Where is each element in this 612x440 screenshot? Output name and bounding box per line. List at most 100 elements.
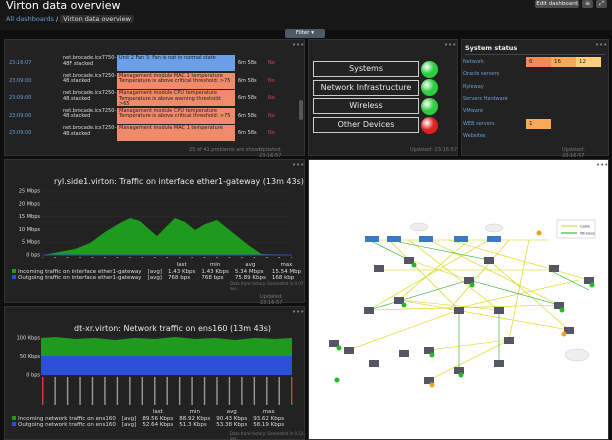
series-swatch bbox=[12, 268, 16, 273]
x-tick-label bbox=[141, 377, 143, 405]
host-group-name[interactable]: Oracle servers bbox=[463, 71, 499, 77]
host-group-name[interactable]: WEB servers bbox=[463, 121, 495, 127]
problem-row[interactable]: 23:09:00 net.brocade.icx7250-48.stacked Ma… bbox=[5, 107, 305, 125]
x-tick-label bbox=[154, 257, 156, 258]
map-button[interactable]: Network Infrastructure bbox=[313, 79, 419, 96]
problem-host[interactable]: net.brocade.icx7250-48.stacked bbox=[63, 108, 116, 120]
problem-time[interactable]: 23:09:00 bbox=[9, 78, 31, 84]
problem-host[interactable]: net.brocade.icx7750-48F stacked bbox=[63, 55, 116, 67]
widget-menu-icon[interactable]: ••• bbox=[292, 309, 304, 316]
x-tick-label bbox=[278, 377, 280, 405]
system-status-row[interactable]: Ryleway bbox=[463, 81, 605, 93]
fullscreen-icon[interactable]: ⤢ bbox=[596, 0, 607, 8]
system-status-row[interactable]: VMware bbox=[463, 105, 605, 117]
system-status-row[interactable]: Websites bbox=[463, 130, 605, 142]
problem-ack[interactable]: No bbox=[268, 113, 275, 119]
host-group-name[interactable]: VMware bbox=[463, 108, 483, 114]
widget-menu-icon[interactable]: ••• bbox=[292, 162, 304, 169]
problem-ack[interactable]: No bbox=[268, 95, 275, 101]
severity-count[interactable]: 6 bbox=[526, 57, 551, 67]
problem-time[interactable]: 23:09:00 bbox=[9, 113, 31, 119]
x-tick-label bbox=[54, 377, 56, 405]
filter-button[interactable]: Filter ▾ bbox=[285, 29, 325, 38]
problem-row[interactable]: 23:09:00 net.brocade.icx7250-48.stacked Ma… bbox=[5, 125, 305, 142]
problem-host[interactable]: net.brocade.icx7250-48.stacked bbox=[63, 125, 116, 137]
x-tick-label bbox=[116, 377, 119, 405]
x-tick-label bbox=[178, 377, 181, 405]
widget-menu-icon[interactable]: ••• bbox=[595, 42, 607, 49]
x-tick-label bbox=[178, 257, 181, 258]
legend-last: 52.64 Kbps bbox=[142, 422, 174, 428]
x-tick-label bbox=[266, 377, 268, 405]
map-button[interactable]: Systems bbox=[313, 61, 419, 77]
breadcrumb-all-dashboards[interactable]: All dashboards bbox=[6, 15, 54, 23]
problem-ack[interactable]: No bbox=[268, 60, 275, 66]
problem-description[interactable]: Management module CPU temperature Temper… bbox=[117, 107, 235, 124]
x-tick-label bbox=[291, 257, 293, 258]
widget-menu-icon[interactable]: ••• bbox=[292, 42, 304, 49]
menu-icon[interactable]: ≡ bbox=[582, 0, 593, 8]
system-status-row[interactable]: Servers Hardware bbox=[463, 93, 605, 105]
severity-count[interactable]: 12 bbox=[576, 57, 601, 67]
traffic-chart[interactable]: 25 Mbps 20 Mbps 15 Mbps 10 Mbps 5 Mbps 0 bps bbox=[5, 188, 305, 258]
y-tick-label: 0 bps bbox=[26, 253, 40, 259]
severity-count[interactable]: 16 bbox=[551, 57, 576, 67]
cable-legend-label: Cable bbox=[580, 225, 590, 229]
y-tick-label: 20 Mbps bbox=[19, 201, 41, 207]
problem-row[interactable]: 23:09:00 net.brocade.icx7250-48.stacked Ma… bbox=[5, 90, 305, 107]
problem-time[interactable]: 23:16:07 bbox=[9, 60, 31, 66]
x-tick-label bbox=[241, 377, 243, 405]
legend-last: 768 bps bbox=[167, 275, 191, 281]
breadcrumb-separator: / bbox=[55, 15, 59, 23]
host-group-name[interactable]: Websites bbox=[463, 133, 486, 139]
system-status-row[interactable]: WEB servers 1 bbox=[463, 118, 605, 130]
graph-source: Data from history. Generated in 0.07 sec… bbox=[230, 281, 304, 291]
edit-dashboard-button[interactable]: Edit dashboard bbox=[535, 0, 579, 8]
series-name: Outgoing network traffic on ens160 bbox=[18, 422, 116, 428]
status-light-icon bbox=[421, 97, 438, 115]
network-map-widget: ••• Cable Wireless bbox=[308, 159, 609, 440]
problem-row[interactable]: 23:09:00 net.brocade.icx7250-48.stacked Ma… bbox=[5, 72, 305, 90]
series-swatch bbox=[12, 422, 16, 426]
legend-agg: [avg] bbox=[147, 275, 162, 281]
problem-host[interactable]: net.brocade.icx7250-48.stacked bbox=[63, 90, 116, 102]
problem-ack[interactable]: No bbox=[268, 130, 275, 136]
problem-ack[interactable]: No bbox=[268, 78, 275, 84]
map-button[interactable]: Wireless bbox=[313, 98, 419, 115]
problem-time[interactable]: 23:09:00 bbox=[9, 95, 31, 101]
network-map[interactable]: Cable Wireless bbox=[309, 160, 609, 440]
scrollbar[interactable] bbox=[299, 100, 303, 120]
network-chart[interactable]: 100 Kbps 50 Kbps 0 bps bbox=[5, 335, 305, 407]
status-light-icon bbox=[421, 60, 438, 78]
widget-menu-icon[interactable]: ••• bbox=[444, 42, 456, 49]
system-status-row[interactable]: Network 6 16 12 bbox=[463, 56, 605, 68]
map-button[interactable]: Other Devices bbox=[313, 117, 419, 134]
problem-description[interactable]: Unit 2 Fan 3: Fan is not in normal state bbox=[117, 55, 235, 71]
x-tick-label bbox=[191, 257, 193, 258]
problem-host[interactable]: net.brocade.icx7250-48.stacked bbox=[63, 73, 116, 85]
breadcrumb-current: Virton data overview bbox=[60, 15, 134, 23]
updated-time: Updated: 23:16:57 bbox=[259, 147, 282, 159]
series-name: Incoming network traffic on ens160 bbox=[18, 415, 116, 422]
updated-time: Updated: 23:16:57 bbox=[260, 294, 283, 306]
x-tick-label bbox=[253, 377, 256, 405]
host-group-name[interactable]: Servers Hardware bbox=[463, 96, 508, 102]
host-group-name[interactable]: Ryleway bbox=[463, 84, 484, 90]
cable-links bbox=[348, 239, 590, 381]
severity-count[interactable]: 1 bbox=[526, 118, 551, 129]
legend-min: 51.3 Kbps bbox=[179, 422, 207, 428]
problem-row[interactable]: 23:16:07 net.brocade.icx7750-48F stacked U… bbox=[5, 55, 305, 72]
graph-source: Data from history. Generated in 0.13 sec… bbox=[230, 431, 304, 440]
problem-time[interactable]: 23:09:00 bbox=[9, 130, 31, 136]
x-tick-label bbox=[91, 257, 94, 258]
x-tick-label bbox=[104, 377, 106, 405]
problem-description[interactable]: Management module MAC 1 temperature bbox=[117, 125, 235, 141]
x-tick-label bbox=[116, 257, 119, 258]
problem-description[interactable]: Management module CPU temperature Temper… bbox=[117, 90, 235, 106]
x-tick-label bbox=[166, 377, 168, 405]
graph-title: dt-xr.virton: Network traffic on ens160 … bbox=[74, 324, 272, 333]
problem-duration: 6m 58s bbox=[238, 130, 257, 136]
host-group-name[interactable]: Network bbox=[463, 59, 484, 65]
problem-description[interactable]: Management module MAC 1 temperature Temp… bbox=[117, 72, 235, 89]
system-status-row[interactable]: Oracle servers bbox=[463, 68, 605, 80]
